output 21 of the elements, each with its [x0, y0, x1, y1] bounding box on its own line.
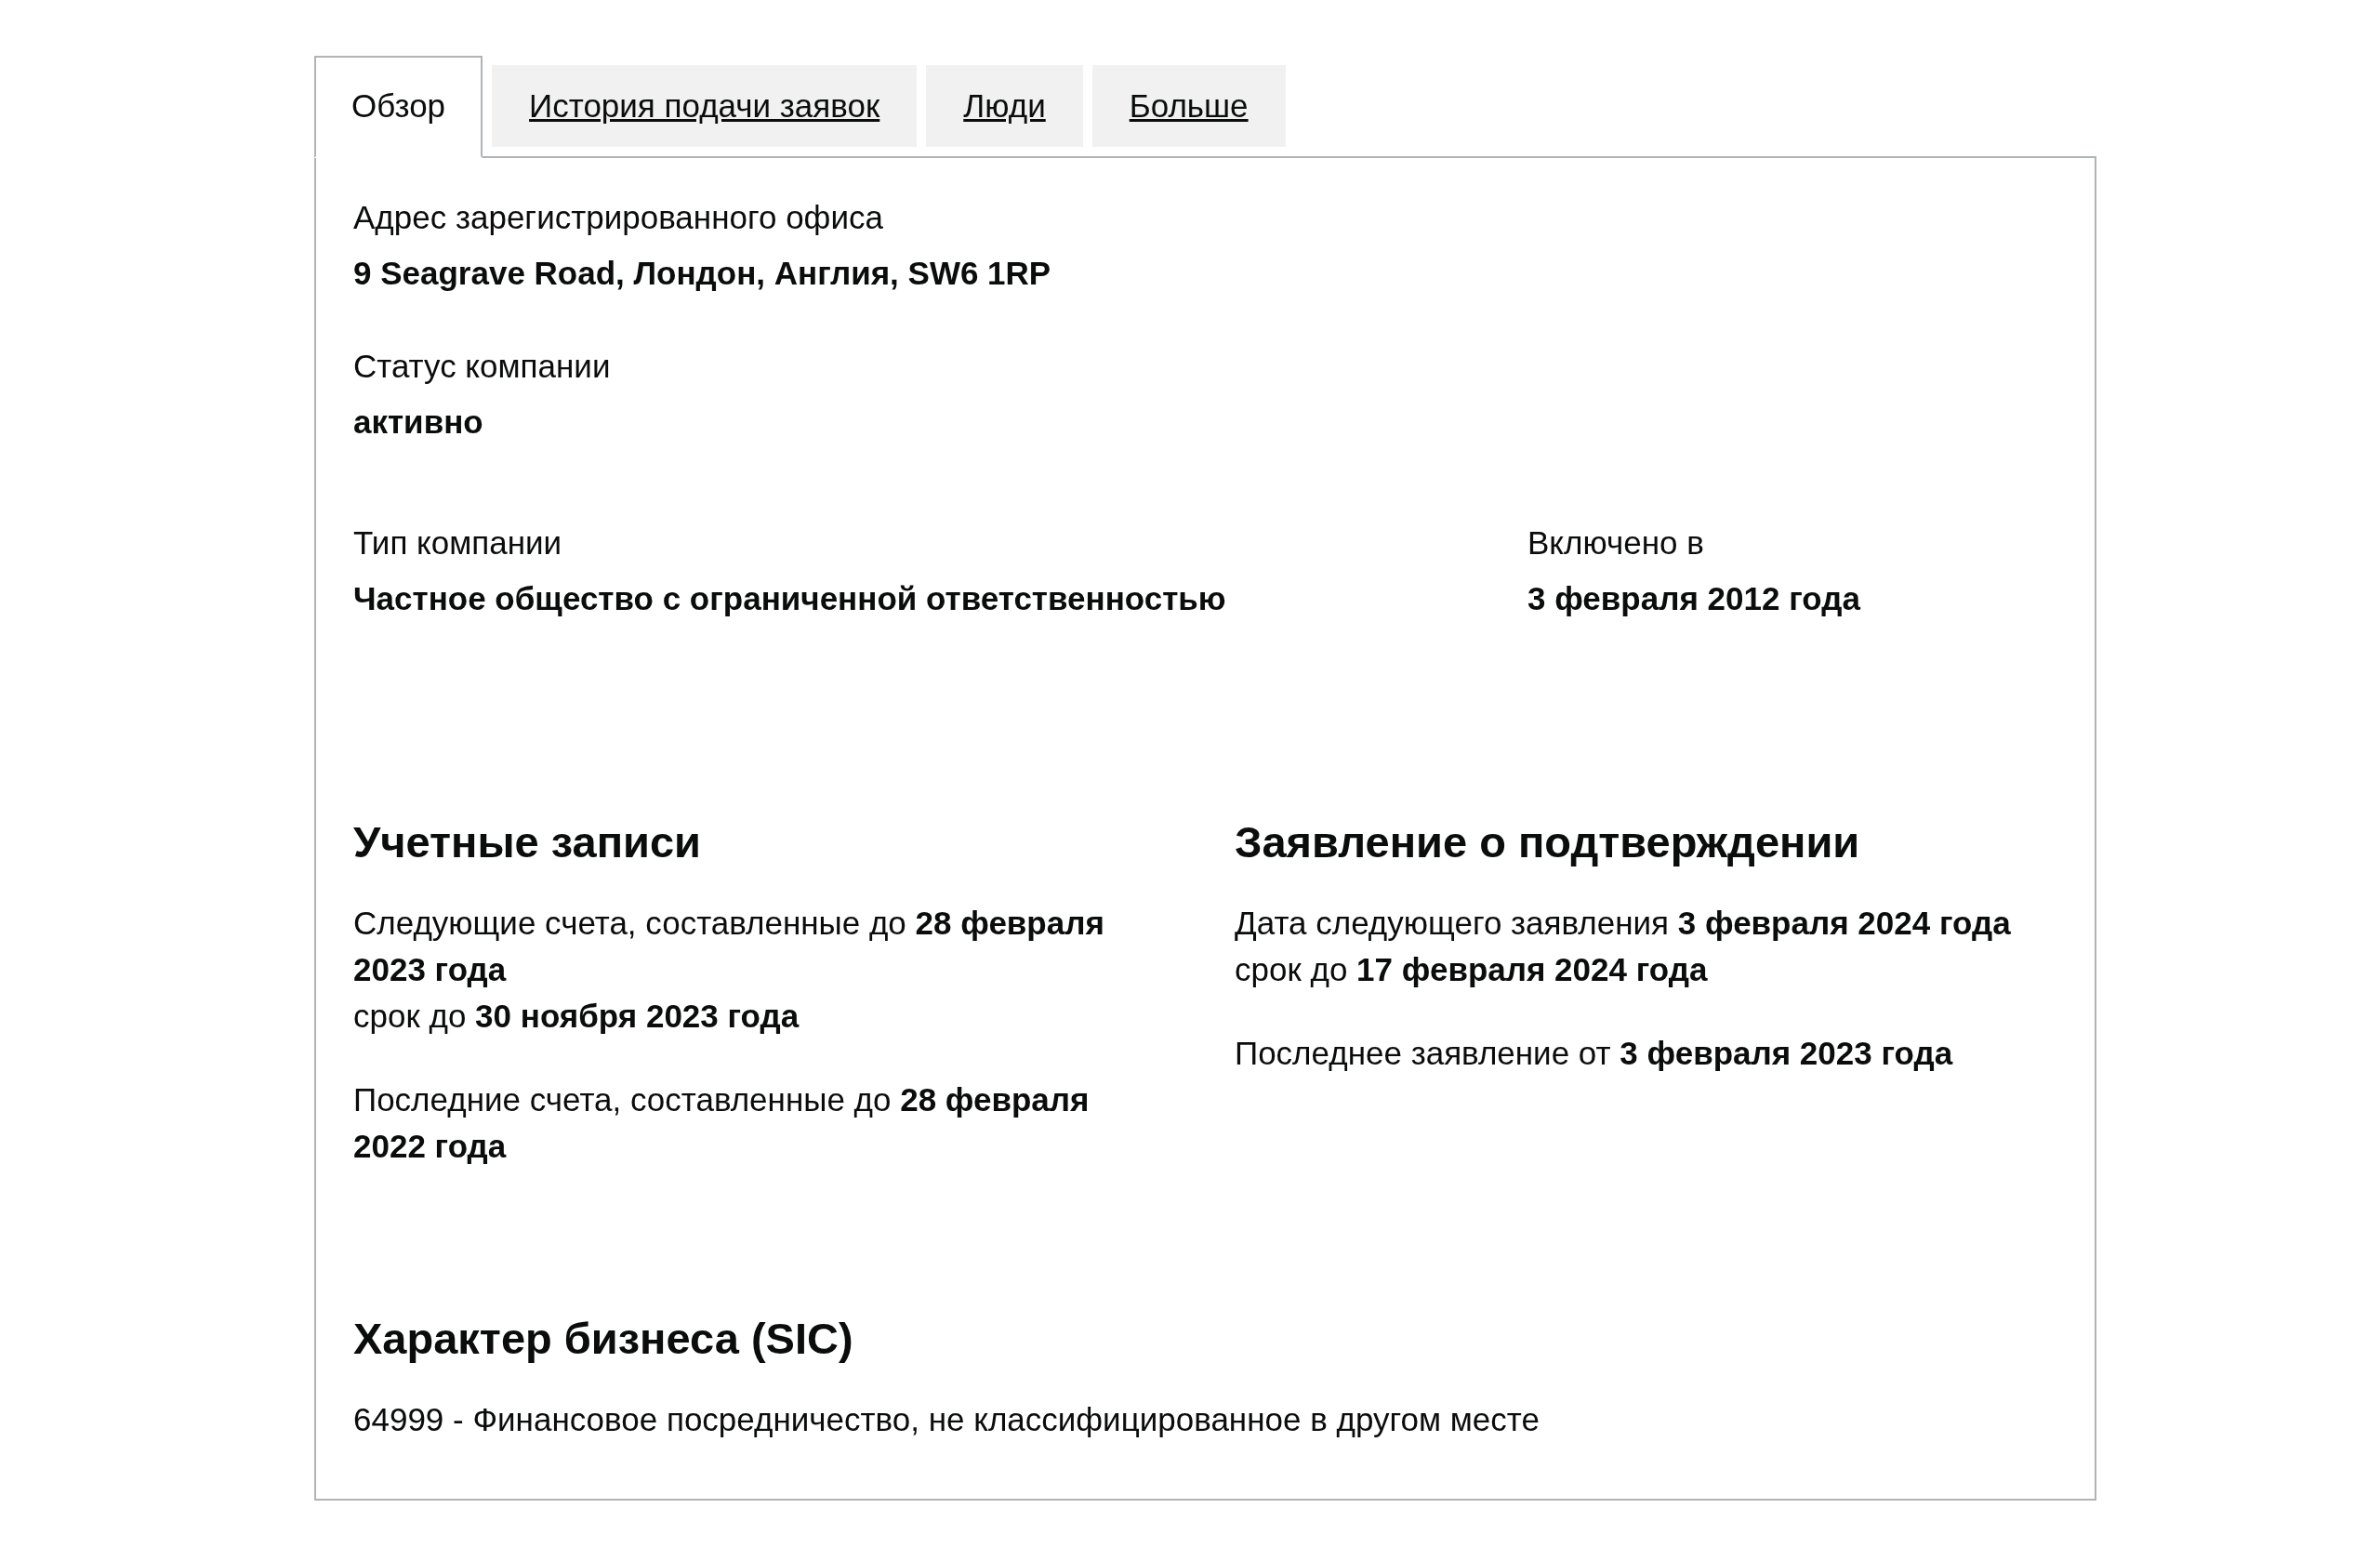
section-heading: Заявление о подтверждении — [1235, 816, 1861, 868]
sic-code-text: 64999 - Финансовое посредничество, не классифицированное в другом месте — [353, 1400, 1540, 1439]
info-text: Дата следующего заявления 3 февраля 2024 года — [1235, 904, 2012, 943]
section-heading: Характер бизнеса (SIC) — [353, 1313, 854, 1365]
info-text: Последние счета, составленные до 28 февраля 2022 года — [353, 1080, 1091, 1166]
info-text: срок до 17 февраля 2024 года — [1235, 950, 1709, 989]
field-value: Частное общество с ограниченной ответственностью — [353, 579, 1227, 618]
field-label: Тип компании — [353, 523, 563, 562]
field-value: 9 Seagrave Road, Лондон, Англия, SW6 1RP — [353, 254, 1052, 293]
tab[interactable]: Обзор — [314, 56, 483, 158]
section-heading: Учетные записи — [353, 816, 702, 868]
tab[interactable]: История подачи заявок — [492, 65, 918, 147]
field-value: активно — [353, 403, 484, 442]
info-text: срок до 30 ноября 2023 года — [353, 997, 800, 1036]
info-text: Последнее заявление от 3 февраля 2023 года — [1235, 1034, 1954, 1073]
tab[interactable]: Больше — [1091, 65, 1286, 147]
field-label: Статус компании — [353, 347, 612, 386]
field-value: 3 февраля 2012 года — [1527, 579, 1860, 618]
tab[interactable]: Люди — [926, 65, 1083, 147]
field-label: Включено в — [1527, 523, 1705, 562]
field-label: Адрес зарегистрированного офиса — [353, 198, 884, 237]
